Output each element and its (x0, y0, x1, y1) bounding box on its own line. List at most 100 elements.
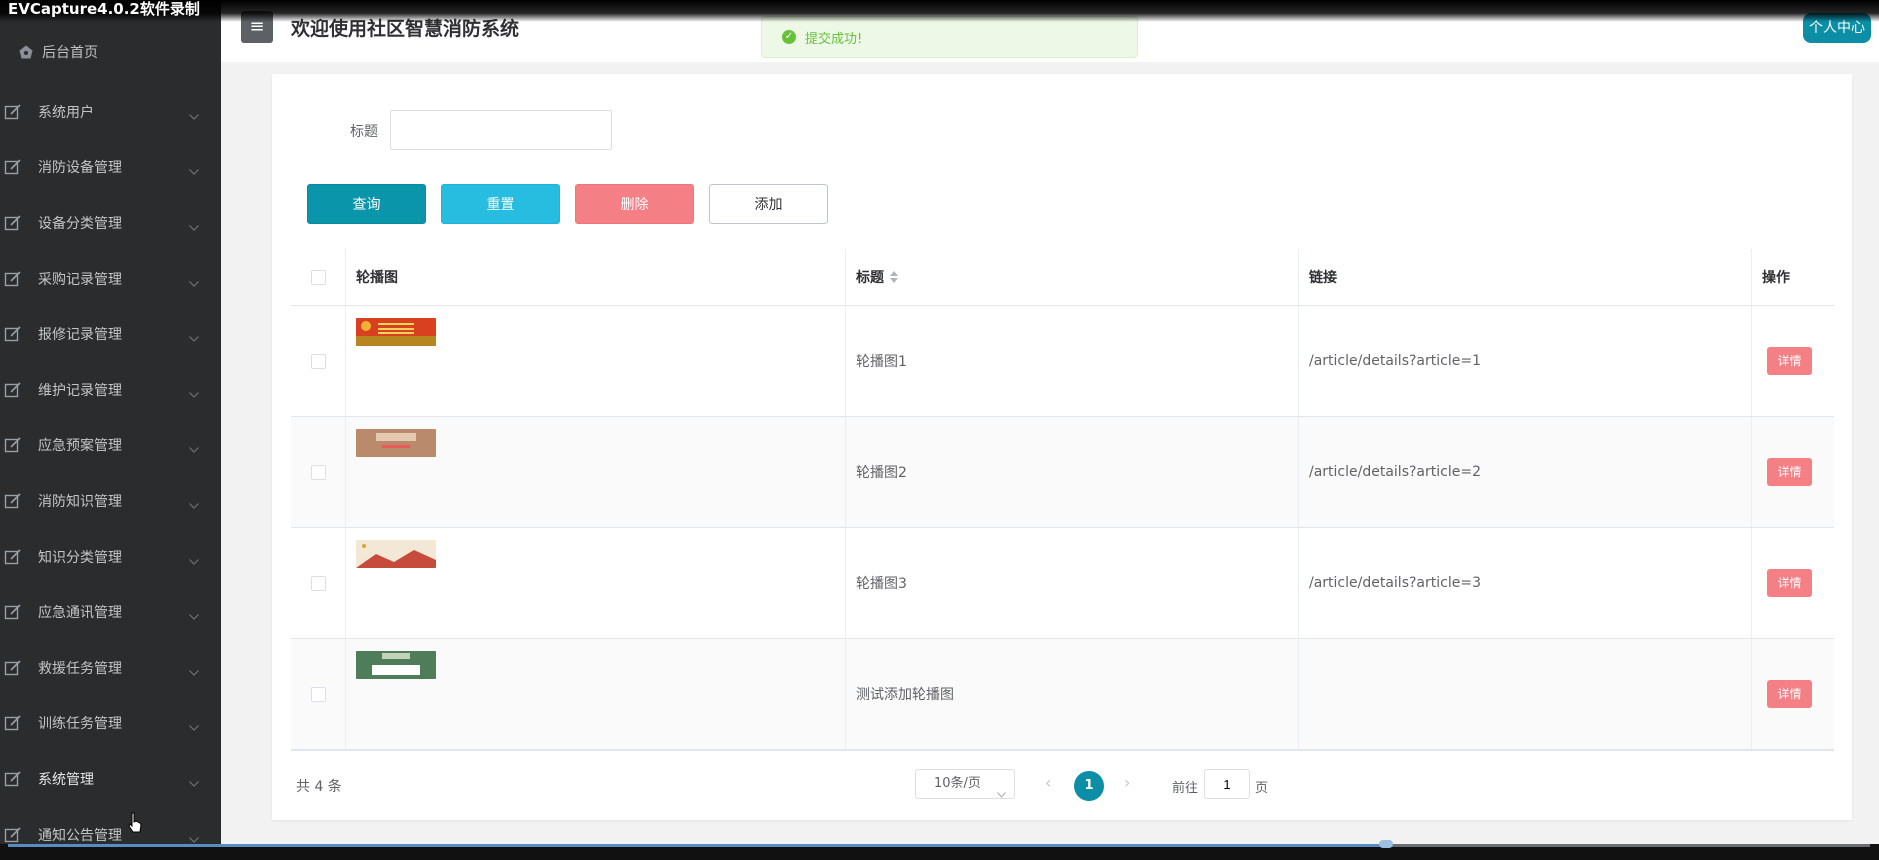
sidebar-menu-label: 消防知识管理 (38, 493, 122, 510)
sidebar-menu-label: 采购记录管理 (38, 271, 122, 288)
detail-button[interactable]: 详情 (1767, 680, 1812, 708)
column-header-operation: 操作 (1762, 270, 1790, 286)
sidebar-menu-label: 训练任务管理 (38, 716, 122, 733)
row-checkbox[interactable] (310, 575, 326, 591)
operation-cell: 详情 (1752, 306, 1834, 416)
sidebar-menu-item[interactable]: 报修记录管理 (0, 306, 221, 362)
sidebar-menu-item[interactable]: 应急预案管理 (0, 418, 221, 474)
sidebar-menu-label: 设备分类管理 (38, 215, 122, 232)
table-row: 轮播图2/article/details?article=2 详情 (291, 417, 1834, 528)
sidebar-menu-label: 系统管理 (38, 771, 94, 788)
chevron-down-icon (189, 163, 199, 176)
sidebar-menu-label: 消防设备管理 (38, 160, 122, 177)
edit-icon (4, 103, 22, 121)
row-link (1299, 639, 1752, 749)
row-title: 轮播图2 (846, 417, 1299, 527)
carousel-thumbnail[interactable] (356, 651, 436, 679)
row-select-cell (291, 528, 346, 638)
row-title: 轮播图3 (846, 528, 1299, 638)
table-row: 测试添加轮播图 详情 (291, 639, 1834, 750)
row-select-cell (291, 639, 346, 749)
column-header-title-label: 标题 (856, 270, 884, 286)
sidebar-menu-label: 维护记录管理 (38, 382, 122, 399)
sort-icon[interactable] (890, 271, 898, 283)
select-all-cell (291, 249, 346, 305)
edit-icon (4, 270, 22, 288)
search-title-input[interactable] (390, 110, 612, 150)
edit-icon (4, 214, 22, 232)
operation-cell: 详情 (1752, 417, 1834, 527)
page-number-1[interactable]: 1 (1074, 771, 1104, 801)
table-row: 轮播图1/article/details?article=1 详情 (291, 306, 1834, 417)
prev-page-button[interactable]: ‹ (1045, 773, 1051, 792)
chevron-down-icon (189, 330, 199, 343)
row-select-cell (291, 306, 346, 416)
carousel-thumbnail[interactable] (356, 318, 436, 346)
sidebar-menu-label: 知识分类管理 (38, 549, 122, 566)
chevron-down-icon (189, 719, 199, 732)
sidebar-menu-item[interactable]: 设备分类管理 (0, 195, 221, 251)
chevron-down-icon (189, 386, 199, 398)
row-link: /article/details?article=2 (1299, 417, 1752, 527)
detail-button[interactable]: 详情 (1767, 458, 1812, 486)
chevron-down-icon (997, 781, 1006, 798)
carousel-thumbnail[interactable] (356, 540, 436, 568)
pagination-total: 共 4 条 (296, 779, 342, 795)
chevron-down-icon (189, 608, 199, 620)
sidebar-menu-item[interactable]: 维护记录管理 (0, 362, 221, 418)
page-size-value: 10条/页 (934, 776, 981, 791)
sidebar-menu-item[interactable]: 系统管理 (0, 751, 221, 807)
sidebar-menu-item[interactable]: 消防设备管理 (0, 140, 221, 196)
sidebar-menu-label: 救援任务管理 (38, 660, 122, 677)
carousel-thumbnail[interactable] (356, 429, 436, 457)
delete-button[interactable]: 删除 (575, 184, 694, 224)
sidebar-menu-label: 报修记录管理 (38, 327, 122, 344)
table-body: 轮播图1/article/details?article=1 详情 轮播图2/art… (291, 306, 1834, 750)
row-title: 测试添加轮播图 (846, 639, 1299, 749)
sidebar-menu-item[interactable]: 消防知识管理 (0, 473, 221, 529)
chevron-down-icon (189, 275, 199, 287)
toast-message: 提交成功! (805, 31, 863, 47)
column-header-title[interactable]: 标题 (846, 249, 1299, 305)
row-link: /article/details?article=3 (1299, 528, 1752, 638)
sidebar-menu-item[interactable]: 系统用户 (0, 84, 221, 140)
chevron-down-icon (189, 441, 199, 454)
sidebar-menu-item[interactable]: 采购记录管理 (0, 251, 221, 307)
sidebar-menu-label: 通知公告管理 (38, 827, 122, 844)
sidebar-home-label: 后台首页 (42, 45, 98, 61)
row-checkbox[interactable] (310, 686, 326, 702)
sidebar-menu-item[interactable]: 知识分类管理 (0, 529, 221, 585)
reset-button[interactable]: 重置 (441, 184, 560, 224)
chevron-down-icon (189, 219, 199, 231)
edit-icon (4, 492, 22, 510)
table-header-row: 轮播图 标题 链接 操作 (291, 249, 1834, 306)
select-all-checkbox[interactable] (310, 269, 326, 285)
recorder-scrub-handle[interactable] (1378, 840, 1393, 848)
detail-button[interactable]: 详情 (1767, 347, 1812, 375)
sidebar-menu-item[interactable]: 训练任务管理 (0, 696, 221, 752)
detail-button[interactable]: 详情 (1767, 569, 1812, 597)
success-toast: ✓ 提交成功! (761, 16, 1138, 58)
edit-icon (4, 826, 22, 844)
goto-prefix: 前往 (1172, 781, 1199, 796)
sidebar-menu-item[interactable]: 应急通讯管理 (0, 584, 221, 640)
goto-suffix: 页 (1255, 781, 1269, 796)
query-button[interactable]: 查询 (307, 184, 426, 224)
recorder-title: EVCapture4.0.2软件录制 (0, 0, 1879, 22)
sidebar-item-home[interactable]: 后台首页 (18, 40, 98, 64)
sidebar-menu-item[interactable]: 救援任务管理 (0, 640, 221, 696)
edit-icon (4, 436, 22, 454)
row-checkbox[interactable] (310, 464, 326, 480)
edit-icon (4, 548, 22, 566)
goto-page-input[interactable] (1204, 769, 1250, 799)
row-checkbox[interactable] (310, 353, 326, 369)
column-header-link: 链接 (1299, 249, 1752, 305)
chevron-down-icon (189, 553, 199, 565)
row-title: 轮播图1 (846, 306, 1299, 416)
add-button[interactable]: 添加 (709, 184, 828, 224)
next-page-button[interactable]: › (1124, 773, 1130, 792)
sidebar: 后台首页 系统用户消防设备管理 设备分类管理 采购记录管理 报修记录管理 维护记录管理应… (0, 0, 221, 860)
page-size-select[interactable]: 10条/页 (915, 769, 1015, 799)
chevron-down-icon (189, 108, 199, 120)
sidebar-menu-label: 系统用户 (38, 104, 94, 121)
